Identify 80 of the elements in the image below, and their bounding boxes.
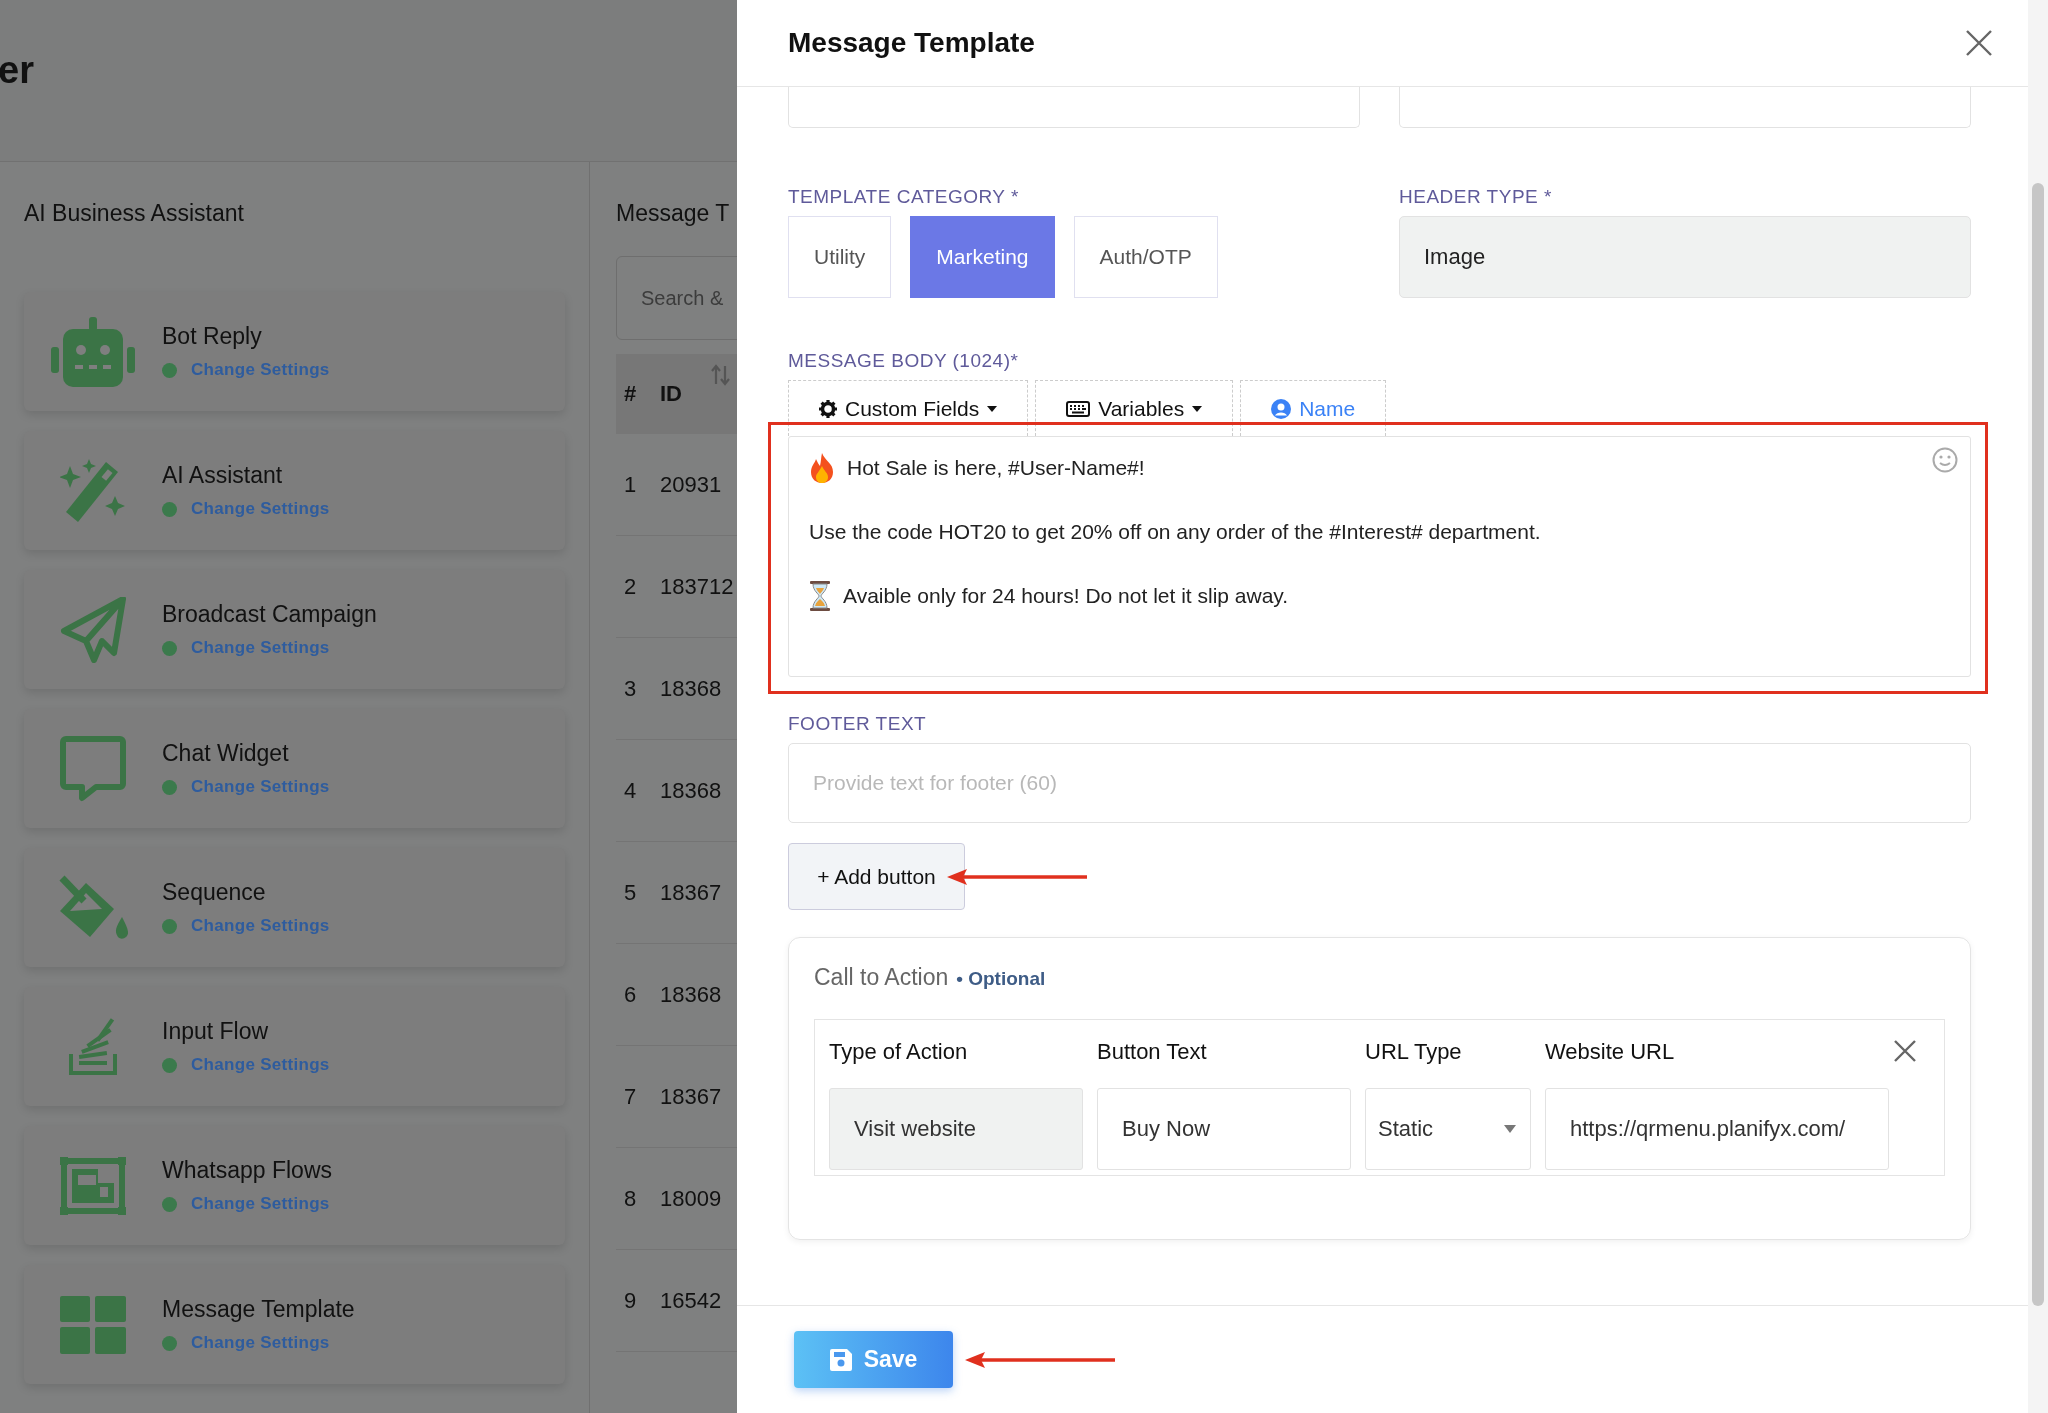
table-cell: 16542	[660, 1287, 722, 1314]
table-cell: 20931	[660, 471, 722, 498]
table-cell-text: 5	[623, 879, 638, 906]
modal-title: Message Template	[788, 27, 1035, 59]
table-cell-text: 2	[623, 573, 638, 600]
table-cell: 18368	[660, 777, 722, 804]
table-cell: 18009	[660, 1185, 722, 1212]
close-icon[interactable]	[1966, 30, 1992, 56]
optional-label: • Optional	[956, 968, 1046, 990]
panel-title: Message T	[616, 200, 731, 228]
field-label: TEMPLATE CATEGORY *	[788, 186, 1020, 208]
category-tab[interactable]: Utility	[788, 216, 892, 298]
table-cell-text: 4	[623, 777, 638, 804]
caret-icon	[987, 405, 998, 412]
button-text-field[interactable]: Buy Now	[1097, 1087, 1351, 1170]
website-url-field[interactable]: https://qrmenu.planifyx.com/	[1545, 1087, 1889, 1170]
category-tab[interactable]: Auth/OTP	[1073, 216, 1218, 298]
message-line: Avaible only for 24 hours! Do not let it slip away.	[843, 584, 1289, 608]
table-cell: 18368	[660, 981, 722, 1008]
message-line: Hot Sale is here, #User-Name#!	[847, 456, 1145, 480]
keyboard-icon	[1066, 400, 1091, 417]
message-line: Use the code HOT20 to get 20% off on any order of the #Interest# department.	[809, 520, 1541, 544]
gear-icon	[819, 399, 837, 418]
page-title: er	[0, 49, 34, 92]
footer-field[interactable]: Provide text for footer (60)	[788, 743, 1971, 823]
category-tab[interactable]: Marketing	[910, 216, 1055, 298]
frame-icon	[60, 1156, 126, 1215]
feature-title: Whatsapp Flows	[162, 1157, 332, 1184]
toolbar-button[interactable]: Name	[1240, 380, 1387, 436]
fire-icon	[809, 453, 835, 483]
column-header: #	[623, 381, 638, 407]
table-cell: 18367	[660, 879, 722, 906]
url-type-select[interactable]: Static	[1365, 1087, 1531, 1170]
caret-icon	[1192, 405, 1203, 412]
table-cell-text: 7	[623, 1083, 638, 1110]
magic-wand-icon	[60, 457, 126, 524]
sort-icon[interactable]	[711, 364, 731, 386]
table-cell: 183712	[660, 573, 734, 600]
column-header: URL Type	[1365, 1038, 1463, 1066]
feature-title: Chat Widget	[162, 740, 290, 767]
grid-icon	[60, 1295, 126, 1354]
select-field[interactable]: Image	[1399, 216, 1971, 298]
field-label: HEADER TYPE *	[1399, 186, 1553, 208]
stack-icon	[68, 1017, 118, 1076]
smiley-icon[interactable]	[1932, 447, 1958, 473]
table-cell-text: 8	[623, 1185, 638, 1212]
toolbar-button[interactable]: Custom Fields	[788, 380, 1029, 436]
paper-plane-icon	[60, 596, 126, 663]
table-cell: 18368	[660, 675, 722, 702]
chat-bubble-icon	[60, 735, 126, 802]
table-cell: 18367	[660, 1083, 722, 1110]
table-cell-text: 9	[623, 1287, 638, 1314]
feature-title: Input Flow	[162, 1018, 270, 1045]
hourglass-icon	[809, 581, 831, 611]
table-cell-text: 6	[623, 981, 638, 1008]
feature-title: Bot Reply	[162, 323, 263, 350]
scrollbar[interactable]	[2028, 0, 2048, 1413]
feature-title: AI Assistant	[162, 462, 284, 489]
caret-icon	[1504, 1124, 1516, 1133]
action-type-field[interactable]: Visit website	[829, 1087, 1083, 1170]
field-label: FOOTER TEXT	[788, 713, 928, 735]
column-header: ID	[660, 381, 682, 407]
panel-title: AI Business Assistant	[24, 200, 245, 228]
section-title: Call to Action	[814, 964, 949, 991]
column-header: Website URL	[1545, 1038, 1676, 1066]
table-cell-text: 1	[623, 471, 638, 498]
feature-title: Sequence	[162, 879, 267, 906]
table-cell-text: 3	[623, 675, 638, 702]
field-label: MESSAGE BODY (1024)*	[788, 350, 1020, 372]
feature-title: Broadcast Campaign	[162, 601, 377, 628]
toolbar-button[interactable]: Variables	[1035, 380, 1234, 436]
robot-icon	[51, 316, 135, 387]
user-circle-icon	[1271, 398, 1292, 419]
close-icon[interactable]	[1894, 1040, 1916, 1062]
column-header: Type of Action	[829, 1038, 969, 1066]
feature-title: Message Template	[162, 1296, 355, 1323]
message-editor[interactable]: Hot Sale is here, #User-Name#! Use the code HOT20 to get 20% off on any order of the #Interest# department. Avaible only for 24 hours! Do not let it slip away.	[788, 436, 1971, 677]
add-button[interactable]: + Add button	[788, 843, 965, 910]
save-button[interactable]: Save	[794, 1331, 953, 1388]
column-header: Button Text	[1097, 1038, 1208, 1066]
